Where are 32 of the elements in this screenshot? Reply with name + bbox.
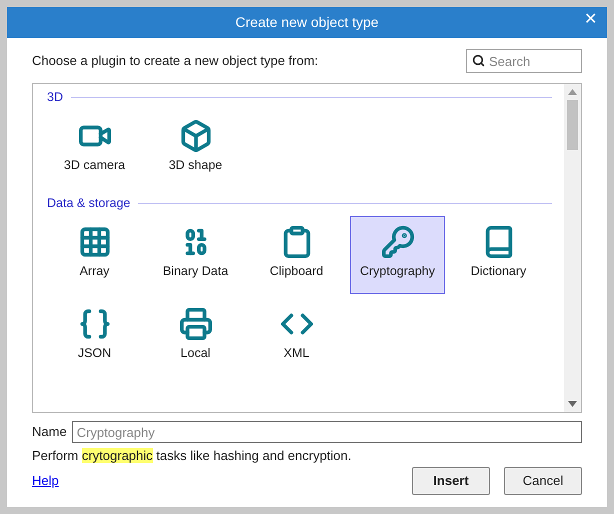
scroll-down-icon [568,401,577,407]
key-icon [380,225,414,259]
scrollbar[interactable] [564,84,581,412]
plugin-tile[interactable]: Local [148,298,243,376]
plugin-tile[interactable]: 3D shape [148,110,243,188]
plugin-tile[interactable]: XML [249,298,344,376]
braces-icon [78,307,112,341]
plugin-tile[interactable]: Array [47,216,142,294]
name-label: Name [32,423,67,442]
plugin-tile[interactable]: JSON [47,298,142,376]
plugin-tile[interactable]: 3D camera [47,110,142,188]
prompt-text: Choose a plugin to create a new object type from: [32,52,318,70]
search-field[interactable]: Search [466,49,582,73]
name-input[interactable]: Cryptography [72,421,582,443]
help-link[interactable]: Help [32,471,59,491]
scroll-up-icon [568,89,577,95]
dialog-button[interactable]: Insert [412,467,490,495]
plugin-description: Perform crytographic tasks like hashing and encryption. [32,447,352,465]
cube-icon [178,119,212,153]
printer-icon [178,307,212,341]
plugin-tile[interactable]: Cryptography [350,216,445,294]
dialog-button[interactable]: Cancel [504,467,582,495]
close-button[interactable]: ✕ [580,12,601,28]
plugin-tile[interactable]: Binary Data [148,216,243,294]
section-header: 3D [47,88,63,106]
plugin-tile[interactable]: Dictionary [451,216,546,294]
plugin-tile[interactable]: Clipboard [249,216,344,294]
scrollbar-thumb[interactable] [567,100,578,150]
section-header: Data & storage [47,194,130,212]
grid-icon [78,225,112,259]
search-icon [472,54,485,67]
window-title: Create new object type [235,13,379,32]
